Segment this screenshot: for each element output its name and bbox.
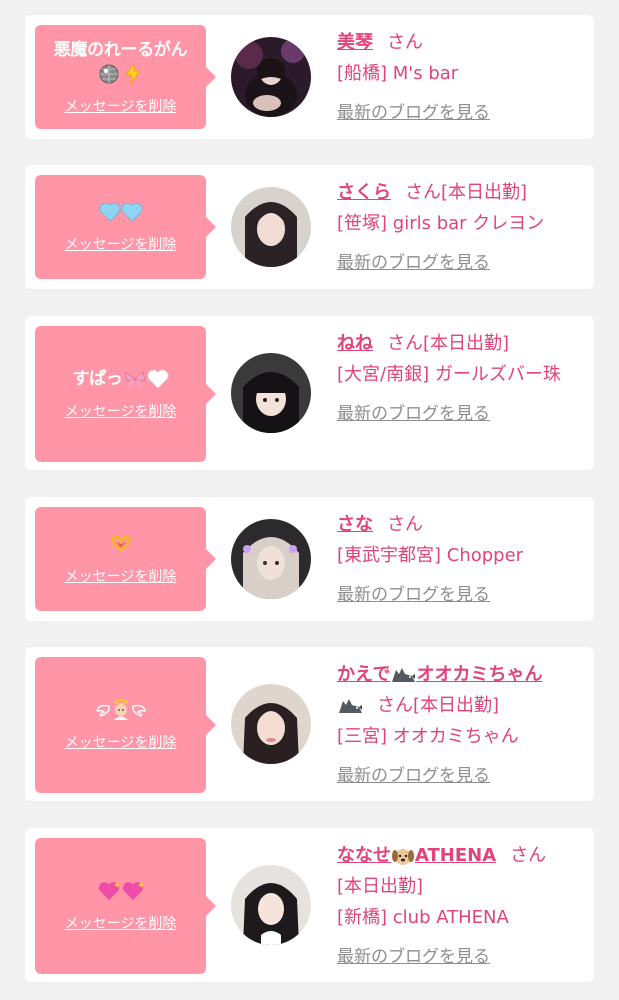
honorific: さん [405,182,441,203]
latest-blog-link[interactable]: 最新のブログを見る [337,253,490,273]
today-attendance-badge: [本日出勤] [423,333,510,354]
message-card: 悪魔のれーるがん メッセージを削除 美琴 さん [船橋] M's bar 最新の… [25,15,594,139]
delete-message-link[interactable]: メッセージを削除 [65,234,177,254]
message-text: 悪魔のれーるがん [54,38,188,86]
cast-name-link[interactable]: かえで オオカミちゃん [337,664,542,685]
shop-info: [東武宇都宮] Chopper [337,545,524,566]
wing-icon [131,704,146,717]
shop-info: [船橋] M's bar [337,63,459,84]
message-text [109,532,133,556]
shop-info: [笹塚] girls bar クレヨン [337,213,545,234]
cast-info: 美琴 さん [船橋] M's bar 最新のブログを見る [337,27,580,129]
avatar[interactable] [231,37,311,117]
cast-info: ねね さん[本日出勤] [大宮/南銀] ガールズバー珠 最新のブログを見る [337,328,580,430]
wolf-icon [392,668,416,682]
sparkling-heart-icon [98,882,120,900]
delete-message-link[interactable]: メッセージを削除 [65,913,177,933]
shop-info: [新橋] club ATHENA [337,907,509,928]
cast-info: さくら さん[本日出勤] [笹塚] girls bar クレヨン 最新のブログを見… [337,177,580,279]
message-bubble: メッセージを削除 [35,507,216,611]
message-bubble: すぱっ メッセージを削除 [35,326,216,462]
delete-message-link[interactable]: メッセージを削除 [65,732,177,752]
latest-blog-link[interactable]: 最新のブログを見る [337,947,490,967]
heart-hands-icon [111,535,130,552]
cast-info: ななせ ATHENA さん [本日出勤] [新橋] club ATHENA 最新の… [337,840,580,973]
delete-message-link[interactable]: メッセージを削除 [65,96,177,116]
honorific: さん [510,845,547,866]
dog-icon [392,849,414,865]
honorific: さん [377,695,413,716]
sparkling-heart-icon [122,882,144,900]
message-text [95,698,146,722]
message-bubble: メッセージを削除 [35,175,216,279]
message-bubble: メッセージを削除 [35,838,216,974]
message-card: メッセージを削除 さな さん [東武宇都宮] Chopper 最新のブログを見る [25,497,594,621]
today-attendance-badge: [本日出勤] [337,876,424,897]
latest-blog-link[interactable]: 最新のブログを見る [337,103,490,123]
message-bubble: 悪魔のれーるがん メッセージを削除 [35,25,216,129]
cast-name-link[interactable]: ねね [337,333,373,354]
cast-name-link[interactable]: さくら [337,182,391,203]
latest-blog-link[interactable]: 最新のブログを見る [337,404,490,424]
cast-name-link[interactable]: さな [337,514,373,535]
delete-message-link[interactable]: メッセージを削除 [65,566,177,586]
message-card: メッセージを削除 ななせ ATHENA さん [本日出勤] [新橋] club A… [25,828,594,982]
avatar[interactable] [231,684,311,764]
cast-name-link[interactable]: 美琴 [337,32,373,53]
message-card: メッセージを削除 さくら さん[本日出勤] [笹塚] girls bar クレヨン… [25,165,594,289]
message-card: メッセージを削除 かえで オオカミちゃん さん[本日出勤] [三宮] オオカミち… [25,647,594,801]
message-text [97,879,145,903]
cast-name-link[interactable]: ななせ ATHENA [337,845,496,866]
avatar[interactable] [231,865,311,945]
today-attendance-badge: [本日出勤] [441,182,528,203]
avatar[interactable] [231,519,311,599]
today-attendance-badge: [本日出勤] [413,695,500,716]
latest-blog-link[interactable]: 最新のブログを見る [337,766,490,786]
cast-info: さな さん [東武宇都宮] Chopper 最新のブログを見る [337,509,580,611]
cast-info: かえで オオカミちゃん さん[本日出勤] [三宮] オオカミちゃん 最新のブログ… [337,659,580,792]
avatar[interactable] [231,353,311,433]
shop-info: [三宮] オオカミちゃん [337,726,519,747]
wing-icon [95,704,110,717]
white-heart-icon [147,369,168,389]
disco-ball-icon [99,64,119,84]
delete-message-link[interactable]: メッセージを削除 [65,401,177,421]
baby-angel-icon [113,699,128,720]
lightning-icon [125,64,142,84]
ribbon-icon [123,371,146,389]
light-blue-heart-icon [99,202,120,222]
wolf-icon [339,699,362,713]
light-blue-heart-icon [121,202,142,222]
message-bubble: メッセージを削除 [35,657,216,793]
latest-blog-link[interactable]: 最新のブログを見る [337,585,490,605]
message-card: すぱっ メッセージを削除 ねね さん[本日出勤] [大宮/南銀] ガールズバー珠 … [25,316,594,470]
message-text: すぱっ [72,367,168,391]
honorific: さん [387,514,423,535]
message-text [99,200,143,224]
avatar[interactable] [231,187,311,267]
shop-info: [大宮/南銀] ガールズバー珠 [337,364,561,385]
honorific: さん [387,32,423,53]
honorific: さん [387,333,423,354]
